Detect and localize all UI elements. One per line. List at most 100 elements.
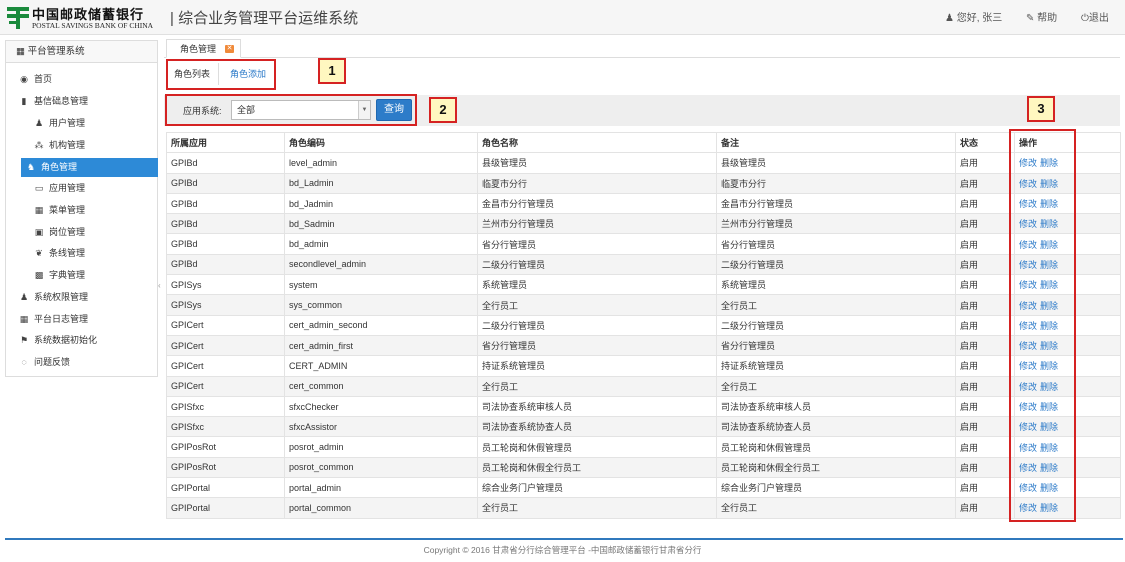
top-header: 中国邮政储蓄银行 POSTAL SAVINGS BANK OF CHINA | … [0,0,1125,35]
sidebar-item[interactable]: ♞ 角色管理 [21,158,158,177]
cell-status: 启用 [955,355,1015,377]
table-row: GPISys system 系统管理员 系统管理员 启用 修改 删除 [166,274,1121,296]
cell-app: GPIPortal [166,477,285,499]
col-header-status: 状态 [955,131,1015,154]
users-icon: ♟ [19,292,29,302]
sidebar-item[interactable]: ◉ 首页 [6,70,157,89]
cell-app: GPISys [166,294,285,316]
cell-code: bd_Jadmin [284,192,478,215]
tab-label: 角色管理 [180,44,217,54]
cell-status: 启用 [955,192,1015,215]
table-row: GPISfxc sfxcAssistor 司法协查系统协查人员 司法协查系统协查人员启… [166,416,1121,438]
callout-box-2 [165,94,417,126]
cell-remark: 二级分行管理员 [716,314,956,336]
cell-status: 启用 [955,456,1015,479]
cell-remark: 员工轮岗和休假管理员 [716,436,956,458]
book-icon: ▮ [21,96,27,106]
sidebar-collapse-handle[interactable]: ‹ [158,281,161,290]
callout-number-2: 2 [429,97,457,123]
cell-name: 员工轮岗和休假全行员工 [477,456,717,479]
cell-app: GPICert [166,314,285,336]
sidebar-item[interactable]: ▦ 菜单管理 [6,201,157,220]
table-row: GPIBd bd_Ladmin 临夏市分行 临夏市分行 启用 修改 删除 [166,172,1121,194]
logout-link[interactable]: ⏻退出 [1081,9,1109,24]
sidebar-item[interactable]: ◌ 问题反馈 [6,353,157,372]
cell-app: GPISys [166,274,285,296]
table-row: GPIPosRot posrot_common 员工轮岗和休假全行员工 员工轮岗和休假… [166,456,1121,479]
cell-status: 启用 [955,314,1015,336]
cell-app: GPICert [166,355,285,377]
cell-remark: 省分行管理员 [716,334,956,357]
cell-app: GPIPosRot [166,456,285,479]
cell-status: 启用 [955,375,1015,397]
cell-remark: 员工轮岗和休假全行员工 [716,456,956,479]
sitemap-icon: ⁂ [34,140,44,150]
cell-remark: 司法协查系统审核人员 [716,395,956,418]
footer-divider [5,538,1123,540]
cell-remark: 持证系统管理员 [716,355,956,377]
sidebar-item[interactable]: ▣ 岗位管理 [6,223,157,242]
cell-status: 启用 [955,233,1015,255]
cell-status: 启用 [955,213,1015,235]
sidebar-item-label: 用户管理 [49,118,86,128]
globe-icon: ◉ [20,74,28,84]
help-label: 帮助 [1037,13,1058,24]
cell-status: 启用 [955,497,1015,519]
table-header-row: 所属应用 角色编码 角色名称 备注 状态 操作 [166,131,1121,154]
cell-name: 司法协查系统协查人员 [477,416,717,438]
cell-code: cert_admin_first [284,334,478,357]
sidebar-item[interactable]: ⁂ 机构管理 [6,136,157,155]
cell-status: 启用 [955,334,1015,357]
pencil-icon: ✎ [1026,13,1035,24]
sidebar-item[interactable]: ♟ 系统权限管理 [6,288,157,307]
table-row: GPIBd secondlevel_admin 二级分行管理员 二级分行管理员 启用 修改… [166,253,1121,276]
sidebar-item[interactable]: ▭ 应用管理 [6,179,157,198]
table-row: GPIBd bd_Sadmin 兰州市分行管理员 兰州市分行管理员 启用 修改 删除 [166,213,1121,235]
sidebar-item-label: 岗位管理 [49,227,86,237]
cell-remark: 县级管理员 [716,152,956,174]
cell-code: bd_admin [284,233,478,255]
grid-icon: ▦ [16,46,25,57]
sidebar-item-label: 应用管理 [49,183,86,193]
table-row: GPICert CERT_ADMIN 持证系统管理员 持证系统管理员 启用 修改 删除 [166,355,1121,377]
cell-status: 启用 [955,436,1015,458]
close-icon[interactable]: ✕ [225,45,234,53]
sidebar-title: ▦ 平台管理系统 [6,41,157,63]
cell-app: GPIBd [166,152,285,174]
sidebar-item-label: 系统数据初始化 [34,335,98,345]
cell-remark: 综合业务门户管理员 [716,477,956,499]
tab-role-management[interactable]: 角色管理 ✕ [166,39,241,58]
cell-name: 金昌市分行管理员 [477,192,717,215]
cell-status: 启用 [955,152,1015,174]
callout-number-3: 3 [1027,96,1055,122]
help-link[interactable]: ✎ 帮助 [1026,9,1057,24]
sidebar-item-label: 字典管理 [49,270,86,280]
cell-status: 启用 [955,395,1015,418]
cell-app: GPIBd [166,213,285,235]
sidebar-title-label: 平台管理系统 [27,46,85,57]
sidebar-item-label: 菜单管理 [49,205,86,215]
cell-code: portal_common [284,497,478,519]
cell-remark: 临夏市分行 [716,172,956,194]
cell-code: sys_common [284,294,478,316]
cell-status: 启用 [955,172,1015,194]
sidebar-item-label: 条线管理 [49,248,86,258]
sidebar-item[interactable]: ▮ 基信础息管理 [6,92,157,111]
cell-app: GPISfxc [166,416,285,438]
table-row: GPICert cert_admin_first 省分行管理员 省分行管理员 启用 修改删… [166,334,1121,357]
cell-app: GPIPortal [166,497,285,519]
user-menu[interactable]: ♟ 您好, 张三 [945,9,1002,24]
sidebar-item[interactable]: ♟ 用户管理 [6,114,157,133]
sidebar-item[interactable]: ▦ 平台日志管理 [6,310,157,329]
cell-code: sfxcAssistor [284,416,478,438]
logout-label: 退出 [1088,13,1109,24]
cell-remark: 系统管理员 [716,274,956,296]
cell-remark: 全行员工 [716,497,956,519]
table-row: GPIBd level_admin 县级管理员 县级管理员 启用 修改 删除 [166,152,1121,174]
table-row: GPISys sys_common 全行员工 全行员工 启用 修改 删除 [166,294,1121,316]
sidebar-item[interactable]: ❦ 条线管理 [6,244,157,263]
sidebar-item[interactable]: ⚑ 系统数据初始化 [6,331,157,350]
power-icon: ⏻ [1081,13,1089,24]
flag-icon: ⚑ [19,335,29,345]
sidebar-item[interactable]: ▩ 字典管理 [6,266,157,285]
